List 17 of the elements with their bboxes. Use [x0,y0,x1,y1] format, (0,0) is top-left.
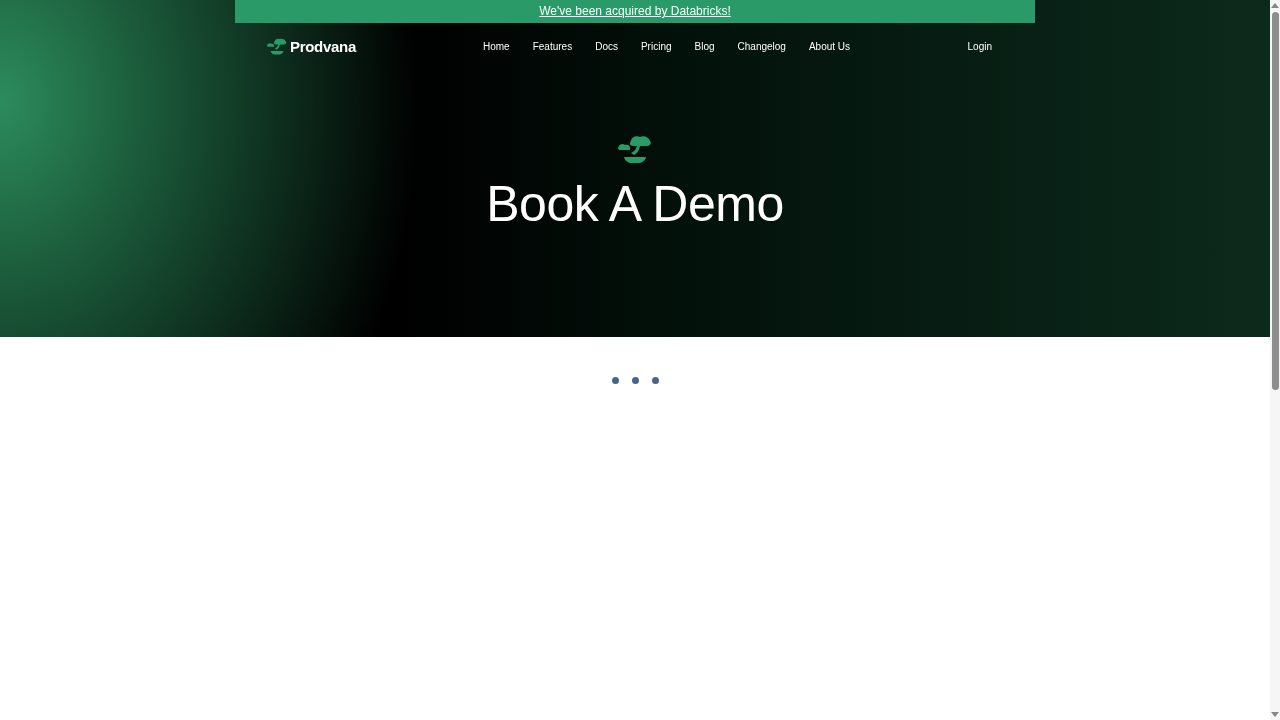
nav-link[interactable]: Docs [595,41,618,52]
brand-link[interactable]: Prodvana [267,38,483,55]
bonsai-icon [618,135,652,164]
bonsai-icon [267,38,287,55]
nav-link[interactable]: Home [483,41,510,52]
loading-dot [651,377,659,384]
scrollbar[interactable] [1270,0,1280,720]
loading-dot [631,377,639,384]
nav-link[interactable]: Features [532,41,573,52]
nav-link[interactable]: Changelog [737,41,786,52]
page-title: Book A Demo [486,176,784,232]
login-link[interactable]: Login [967,41,992,52]
announcement-link[interactable]: We've been acquired by Databricks! [235,0,1035,23]
nav-link[interactable]: Blog [694,41,715,52]
nav-link[interactable]: Pricing [640,41,672,52]
loading-dot [611,377,619,384]
nav-link[interactable]: About Us [808,41,851,52]
